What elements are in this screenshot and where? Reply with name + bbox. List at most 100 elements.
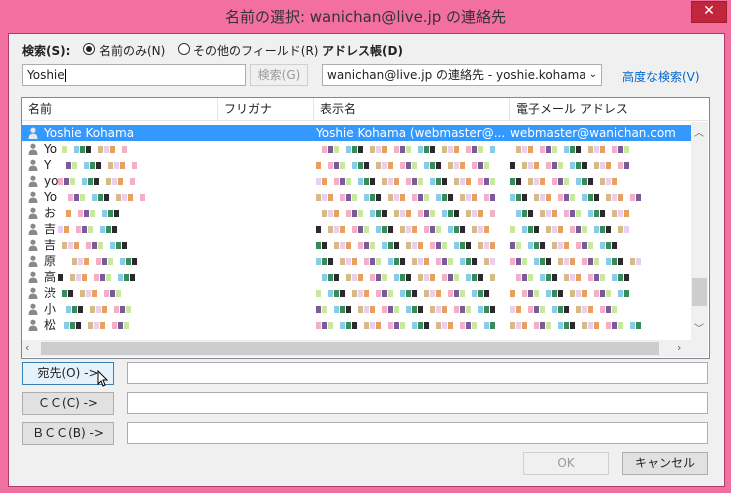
contact-display-name: Yoshie Kohama (webmaster@... bbox=[316, 126, 506, 140]
scroll-thumb[interactable] bbox=[692, 278, 707, 306]
bcc-button[interactable]: ＢＣＣ(B) -> bbox=[22, 422, 114, 445]
list-header: 名前 ^ フリガナ 表示名 電子メール アドレス bbox=[22, 98, 708, 121]
advanced-search-link[interactable]: 高度な検索(V) bbox=[622, 68, 700, 85]
text-caret bbox=[64, 69, 66, 82]
pixelated-name bbox=[66, 301, 132, 317]
pixelated-display-name bbox=[316, 237, 496, 253]
pixelated-email bbox=[510, 205, 636, 221]
contact-name: 高 bbox=[44, 270, 57, 284]
chevron-down-icon[interactable]: ⌄ bbox=[585, 66, 601, 84]
search-input-value: Yoshie bbox=[27, 68, 65, 82]
list-item[interactable]: 渋 bbox=[22, 285, 691, 301]
radio-name-only-label: 名前のみ(N) bbox=[99, 44, 166, 58]
contact-name: 吉 bbox=[44, 238, 57, 252]
address-book-label: アドレス帳(D) bbox=[322, 44, 403, 58]
cc-field[interactable] bbox=[127, 392, 708, 414]
cc-button[interactable]: ＣＣ(C) -> bbox=[22, 392, 114, 415]
pixelated-email bbox=[510, 269, 636, 285]
list-item[interactable]: 吉 bbox=[22, 221, 691, 237]
column-email-label: 電子メール アドレス bbox=[516, 102, 628, 116]
close-button[interactable]: ✕ bbox=[691, 1, 727, 23]
column-email[interactable]: 電子メール アドレス bbox=[510, 98, 708, 120]
column-name-label: 名前 bbox=[28, 102, 53, 116]
pixelated-display-name bbox=[316, 221, 496, 237]
ok-button[interactable]: OK bbox=[523, 452, 609, 475]
list-item[interactable]: 高 bbox=[22, 269, 691, 285]
pixelated-name bbox=[58, 269, 142, 285]
list-item[interactable]: Yoshie Kohama Yoshie Kohama (webmaster@..… bbox=[22, 125, 691, 141]
contact-name: yo bbox=[44, 174, 59, 188]
pixelated-name bbox=[58, 173, 136, 189]
column-furigana[interactable]: フリガナ bbox=[218, 98, 314, 120]
column-furigana-label: フリガナ bbox=[224, 102, 273, 116]
contact-name: 渋 bbox=[44, 286, 57, 300]
pixelated-email bbox=[510, 173, 624, 189]
pixelated-email bbox=[510, 253, 642, 269]
pixelated-display-name bbox=[316, 205, 496, 221]
vertical-scrollbar[interactable]: ︿ ﹀ bbox=[691, 122, 708, 340]
pixelated-name bbox=[58, 317, 130, 333]
person-icon bbox=[28, 319, 38, 335]
pixelated-display-name bbox=[316, 253, 496, 269]
contact-name: 小 bbox=[44, 302, 57, 316]
contact-name: Yo bbox=[44, 142, 58, 156]
search-input[interactable]: Yoshie bbox=[22, 64, 246, 86]
scroll-down-icon[interactable]: ﹀ bbox=[694, 320, 704, 335]
close-icon: ✕ bbox=[703, 3, 715, 19]
search-button[interactable]: 検索(G) bbox=[250, 64, 308, 86]
pixelated-name bbox=[62, 189, 146, 205]
scroll-left-icon[interactable]: ‹ bbox=[25, 341, 29, 354]
address-book-value: wanichan@live.jp の連絡先 - yoshie.kohama@ bbox=[327, 68, 599, 82]
pixelated-email bbox=[510, 301, 624, 317]
pixelated-email bbox=[510, 221, 630, 237]
pixelated-display-name bbox=[316, 141, 496, 157]
column-display-name-label: 表示名 bbox=[320, 102, 357, 116]
radio-other-fields-label: その他のフィールド(R) bbox=[193, 44, 319, 58]
contact-name: 吉 bbox=[44, 222, 57, 236]
list-item[interactable]: yo bbox=[22, 173, 691, 189]
pixelated-name bbox=[62, 141, 128, 157]
list-item[interactable]: 松 bbox=[22, 317, 691, 333]
pixelated-display-name bbox=[316, 301, 496, 317]
pixelated-name bbox=[58, 221, 124, 237]
pixelated-email bbox=[510, 317, 642, 333]
radio-name-only[interactable] bbox=[83, 43, 95, 55]
pixelated-display-name bbox=[316, 189, 496, 205]
search-label: 検索(S): bbox=[22, 44, 71, 58]
pixelated-name bbox=[66, 253, 144, 269]
column-display-name[interactable]: 表示名 bbox=[314, 98, 510, 120]
list-item[interactable]: Yo bbox=[22, 141, 691, 157]
contact-name: お bbox=[44, 206, 57, 220]
pixelated-email bbox=[510, 141, 636, 157]
window-title: 名前の選択: wanichan@live.jp の連絡先 bbox=[224, 8, 507, 26]
contact-name: 松 bbox=[44, 318, 57, 332]
scroll-up-icon[interactable]: ︿ bbox=[694, 124, 704, 139]
bcc-field[interactable] bbox=[127, 422, 708, 444]
list-item[interactable]: Yo bbox=[22, 189, 691, 205]
pixelated-email bbox=[510, 237, 624, 253]
pixelated-name bbox=[66, 157, 138, 173]
list-item[interactable]: Y bbox=[22, 157, 691, 173]
contact-email: webmaster@wanichan.com bbox=[510, 126, 676, 140]
list-item[interactable]: 原 bbox=[22, 253, 691, 269]
radio-other-fields[interactable] bbox=[178, 43, 190, 55]
pixelated-name bbox=[66, 205, 126, 221]
address-book-select[interactable]: wanichan@live.jp の連絡先 - yoshie.kohama@ bbox=[322, 64, 602, 86]
contact-list[interactable]: 名前 ^ フリガナ 表示名 電子メール アドレス Yoshie Kohama Yo… bbox=[21, 97, 710, 359]
pixelated-display-name bbox=[316, 269, 496, 285]
contact-name: 原 bbox=[44, 254, 57, 268]
pixelated-email bbox=[510, 285, 630, 301]
scroll-right-icon[interactable]: › bbox=[677, 341, 681, 354]
cancel-button[interactable]: キャンセル bbox=[622, 452, 708, 475]
pixelated-display-name bbox=[316, 157, 496, 173]
contact-name: Yoshie Kohama bbox=[44, 126, 135, 140]
horizontal-scrollbar[interactable]: ‹ › bbox=[22, 340, 708, 357]
list-item[interactable]: 小 bbox=[22, 301, 691, 317]
list-item[interactable]: 吉 bbox=[22, 237, 691, 253]
contact-name: Y bbox=[44, 158, 52, 172]
to-field[interactable] bbox=[127, 362, 708, 384]
hscroll-thumb[interactable] bbox=[41, 342, 659, 355]
pixelated-display-name bbox=[316, 285, 496, 301]
pixelated-display-name bbox=[316, 173, 496, 189]
list-item[interactable]: お bbox=[22, 205, 691, 221]
